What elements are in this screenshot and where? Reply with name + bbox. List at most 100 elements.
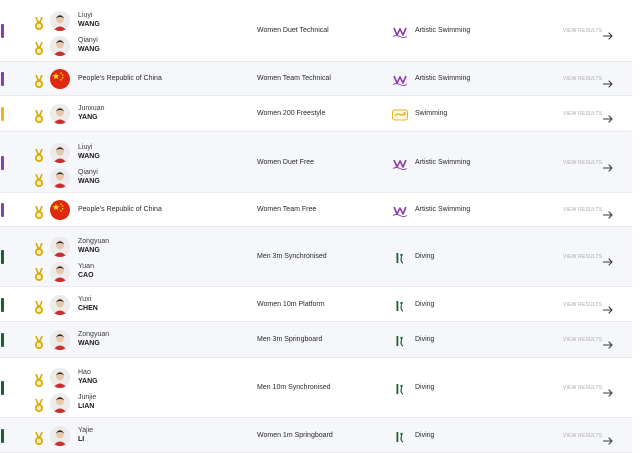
athlete-given-name: Liuyi — [78, 143, 93, 151]
gold-medal-icon — [33, 148, 45, 163]
athlete-family-name: WANG — [78, 21, 100, 28]
gold-medal-icon — [33, 205, 45, 220]
arrow-right-icon[interactable] — [602, 75, 613, 88]
artistic-swimming-icon — [392, 204, 408, 217]
athlete-given-name: Junxuan — [78, 105, 105, 112]
athlete[interactable]: Zongyuan WANG — [0, 330, 250, 354]
gold-medal-icon — [33, 431, 45, 446]
athlete-family-name: YANG — [78, 378, 98, 385]
event-name: Women Duet Free — [257, 158, 315, 166]
event-name: Men 10m Synchronised — [257, 384, 331, 391]
athlete-family-name: CAO — [78, 272, 94, 279]
arrow-right-icon[interactable] — [602, 27, 613, 40]
gold-medal-icon — [33, 300, 45, 315]
arrow-right-icon[interactable] — [602, 206, 613, 219]
result-row: Yajie LI Women 1m Springboard Diving VIEW R… — [0, 418, 632, 453]
athlete[interactable]: Liuyi WANG — [0, 11, 250, 35]
sport-name: Artistic Swimming — [415, 158, 471, 166]
diving-icon — [392, 251, 408, 264]
athlete-avatar — [50, 368, 70, 388]
sport-name: Diving — [415, 336, 435, 343]
arrow-right-icon[interactable] — [602, 301, 613, 314]
artistic-swimming-icon — [392, 73, 408, 86]
athlete-name: Liuyi WANG — [78, 11, 100, 29]
event-name: Women 200 Freestyle — [257, 110, 326, 117]
athlete-avatar — [50, 167, 70, 188]
athlete-given-name: Yuan — [78, 263, 94, 270]
result-row: Junxuan YANG Women 200 Freestyle Swimming V… — [0, 96, 632, 132]
athlete-avatar — [50, 36, 70, 56]
athlete[interactable]: Junxuan YANG — [0, 104, 250, 128]
arrow-right-icon[interactable] — [602, 110, 613, 123]
athlete-avatar — [50, 425, 70, 446]
view-results-link[interactable]: VIEW RESULTS — [563, 254, 602, 260]
athlete-given-name: Qianyi — [78, 168, 98, 176]
athlete[interactable]: Qianyi WANG — [0, 167, 250, 192]
gold-medal-icon — [33, 41, 45, 56]
gold-medal-icon — [33, 398, 45, 413]
athlete[interactable]: Yajie LI — [0, 425, 250, 450]
athlete-family-name: WANG — [78, 177, 100, 185]
athlete[interactable]: Hao YANG — [0, 368, 250, 392]
arrow-right-icon[interactable] — [602, 159, 613, 172]
event-name: Women Team Technical — [257, 75, 331, 82]
result-row: Liuyi WANG Qianyi WANG Women Duet Technical… — [0, 0, 632, 62]
view-results-link[interactable]: VIEW RESULTS — [563, 207, 602, 213]
athlete-avatar — [50, 294, 70, 315]
china-flag-icon — [50, 69, 70, 89]
view-results-link[interactable]: VIEW RESULTS — [563, 160, 602, 166]
gold-medal-icon — [33, 173, 45, 188]
result-row: Hao YANG Junjie LIAN Men 10m Synchronised D… — [0, 358, 632, 418]
arrow-right-icon[interactable] — [602, 336, 613, 349]
athlete-family-name: WANG — [78, 247, 100, 254]
view-results-link[interactable]: VIEW RESULTS — [563, 28, 602, 34]
diving-icon — [392, 430, 408, 443]
event-name: Women Team Free — [257, 206, 317, 213]
view-results-link[interactable]: VIEW RESULTS — [563, 385, 602, 391]
sport-name: Diving — [415, 253, 435, 260]
athlete-avatar — [50, 393, 70, 413]
result-row: People's Republic of China Women Team Tec… — [0, 62, 632, 96]
athlete[interactable]: Yuan CAO — [0, 262, 250, 286]
view-results-link[interactable]: VIEW RESULTS — [563, 433, 602, 439]
result-row: Liuyi WANG Qianyi WANG Women Duet Free Arti… — [0, 132, 632, 193]
athlete[interactable]: Zongyuan WANG — [0, 237, 250, 261]
event-name: Men 3m Synchronised — [257, 253, 327, 260]
gold-medal-icon — [33, 16, 45, 31]
athlete-family-name: YANG — [78, 114, 98, 121]
athlete-avatar — [50, 104, 70, 124]
view-results-link[interactable]: VIEW RESULTS — [563, 76, 602, 82]
arrow-right-icon[interactable] — [602, 384, 613, 397]
china-flag-icon — [50, 200, 70, 220]
arrow-right-icon[interactable] — [602, 253, 613, 266]
swimming-icon — [392, 108, 408, 121]
sport-name: Diving — [415, 384, 435, 391]
athlete[interactable]: Qianyi WANG — [0, 36, 250, 60]
athlete[interactable]: Junjie LIAN — [0, 393, 250, 417]
arrow-right-icon[interactable] — [602, 432, 613, 445]
team[interactable]: People's Republic of China — [0, 69, 250, 93]
athlete-given-name: Zongyuan — [78, 331, 110, 338]
gold-medal-icon — [33, 109, 45, 124]
sport-name: Swimming — [415, 110, 448, 117]
view-results-link[interactable]: VIEW RESULTS — [563, 111, 602, 117]
view-results-link[interactable]: VIEW RESULTS — [563, 337, 602, 343]
event-name: Men 3m Springboard — [257, 336, 323, 343]
athlete-avatar — [50, 142, 70, 163]
sport-name: Artistic Swimming — [415, 75, 471, 82]
athlete-given-name: Junjie — [78, 394, 97, 401]
athlete-given-name: Qianyi — [78, 37, 98, 44]
gold-medal-icon — [33, 335, 45, 350]
view-results-link[interactable]: VIEW RESULTS — [563, 302, 602, 308]
athlete-avatar — [50, 237, 70, 257]
athlete-name: Qianyi WANG — [78, 168, 100, 186]
sport-name: Diving — [415, 431, 435, 439]
team[interactable]: People's Republic of China — [0, 200, 250, 224]
gold-medal-icon — [33, 242, 45, 257]
result-row: Yuxi CHEN Women 10m Platform Diving VIEW RE… — [0, 287, 632, 322]
result-row: People's Republic of China Women Team Fre… — [0, 193, 632, 227]
athlete[interactable]: Yuxi CHEN — [0, 294, 250, 319]
athlete[interactable]: Liuyi WANG — [0, 142, 250, 167]
athlete-family-name: CHEN — [78, 304, 98, 312]
athlete-given-name: Hao — [78, 369, 91, 376]
